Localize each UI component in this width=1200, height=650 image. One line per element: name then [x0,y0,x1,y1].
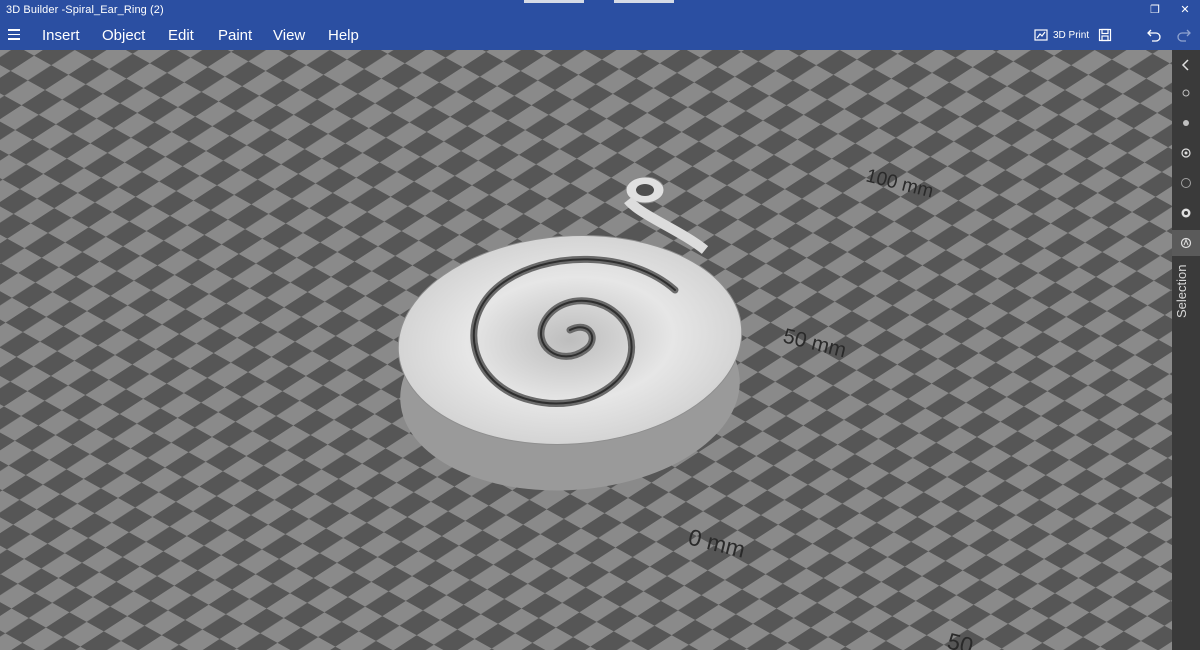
menu-edit[interactable]: Edit [168,27,194,44]
undo-button[interactable] [1146,26,1162,44]
redo-button[interactable] [1176,26,1192,44]
undo-icon [1147,29,1161,42]
3d-print-button[interactable]: 3D Print [1034,26,1089,44]
3d-viewport[interactable]: 100 mm 50 mm 0 mm 50 [0,50,1172,650]
select-icon-5 [1181,208,1191,218]
save-icon [1098,28,1112,42]
tab-indicator [524,0,584,3]
selection-panel-label[interactable]: Selection [1174,265,1189,318]
menu-paint[interactable]: Paint [218,27,252,44]
save-button[interactable] [1098,26,1112,44]
restore-icon: ❐ [1150,4,1160,16]
select-tool-3-button[interactable] [1172,140,1200,166]
selection-mode-icon [1180,237,1192,249]
select-tool-5-button[interactable] [1172,200,1200,226]
select-tool-4-button[interactable] [1172,170,1200,196]
close-icon: ✕ [1180,4,1190,16]
3d-print-icon [1034,29,1048,41]
select-icon-1 [1182,89,1190,97]
menu-view[interactable]: View [273,27,305,44]
restore-button[interactable]: ❐ [1140,2,1170,18]
collapse-panel-button[interactable] [1172,52,1200,78]
window-title: 3D Builder -Spiral_Ear_Ring (2) [6,4,164,16]
close-button[interactable]: ✕ [1170,2,1200,18]
app-window: 3D Builder -Spiral_Ear_Ring (2) ❐ ✕ Inse… [0,0,1200,650]
select-tool-2-button[interactable] [1172,110,1200,136]
3d-print-label: 3D Print [1053,29,1090,41]
title-bar: 3D Builder -Spiral_Ear_Ring (2) ❐ ✕ [0,0,1200,20]
menu-object[interactable]: Object [102,27,145,44]
select-tool-1-button[interactable] [1172,80,1200,106]
menu-insert[interactable]: Insert [42,27,80,44]
select-icon-4 [1181,178,1191,188]
right-tool-panel [1172,50,1200,650]
select-icon-3 [1181,148,1191,158]
selection-mode-button[interactable] [1172,230,1200,256]
redo-icon [1177,29,1191,42]
build-plate[interactable]: 100 mm 50 mm 0 mm 50 [0,50,1172,650]
menu-bar: Insert Object Edit Paint View Help 3D Pr… [0,20,1200,50]
menu-help[interactable]: Help [328,27,359,44]
hamburger-menu-icon[interactable] [8,29,20,40]
chevron-left-icon [1181,59,1189,71]
tab-indicator [614,0,674,3]
select-icon-2 [1183,120,1189,126]
